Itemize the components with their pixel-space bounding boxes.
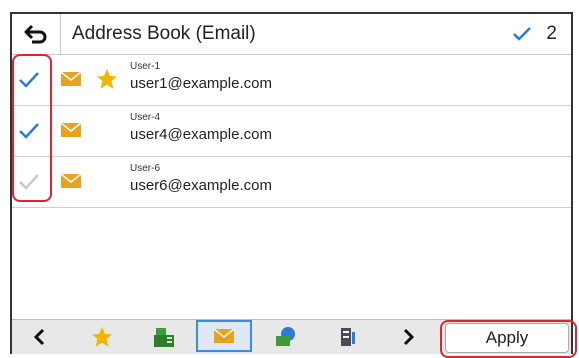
bottom-toolbar: Apply — [12, 319, 577, 358]
email-envelope-icon — [61, 72, 81, 86]
checkbox-highlight-frame — [12, 54, 52, 202]
entry-email: user6@example.com — [130, 177, 272, 194]
server-tab[interactable] — [320, 322, 376, 352]
entry-name: User-4 — [130, 112, 161, 123]
email-envelope-icon — [61, 123, 81, 137]
fax-tab[interactable] — [136, 322, 192, 352]
fax-icon — [154, 328, 174, 347]
page-title: Address Book (Email) — [72, 23, 256, 44]
header-bar: Address Book (Email) 2 — [12, 14, 571, 55]
email-tab[interactable] — [196, 320, 252, 352]
server-icon — [341, 328, 355, 346]
shared-folder-tab[interactable] — [258, 322, 314, 352]
list-item[interactable]: User-1 user1@example.com — [12, 55, 571, 106]
shared-folder-icon — [276, 327, 295, 346]
email-envelope-icon — [214, 329, 234, 343]
email-envelope-icon — [61, 174, 81, 188]
star-icon — [92, 327, 112, 347]
address-book-screen: Address Book (Email) 2 User-1 user1@exam… — [10, 12, 577, 358]
chevron-left-icon — [33, 328, 45, 346]
back-button[interactable] — [12, 14, 61, 54]
prev-page-button[interactable] — [12, 322, 68, 352]
selected-count: 2 — [546, 23, 557, 44]
favorites-tab[interactable] — [74, 322, 130, 352]
chevron-right-icon — [403, 328, 415, 346]
list-item[interactable]: User-4 user4@example.com — [12, 106, 571, 157]
list-item[interactable]: User-6 user6@example.com — [12, 157, 571, 208]
selected-count-indicator: 2 — [512, 14, 557, 54]
next-page-button[interactable] — [380, 322, 436, 352]
favorite-star-icon — [97, 69, 117, 89]
back-arrow-icon — [24, 24, 47, 44]
entry-email: user1@example.com — [130, 75, 272, 92]
entry-name: User-1 — [130, 61, 161, 72]
entry-name: User-6 — [130, 163, 161, 174]
apply-highlight-frame — [440, 320, 577, 358]
entry-email: user4@example.com — [130, 126, 272, 143]
checkmark-icon — [513, 27, 532, 41]
